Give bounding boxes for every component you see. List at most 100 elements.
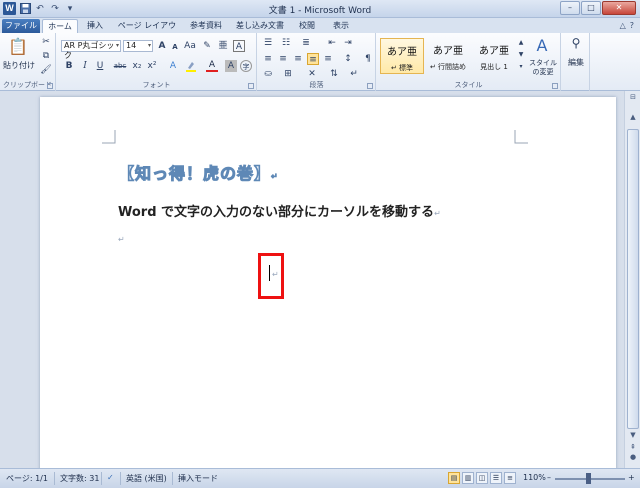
clear-format-icon[interactable]: ✎ [201,40,213,52]
sort-icon[interactable]: ⇅ [328,68,340,80]
shading-icon[interactable]: ⛀ [262,68,274,80]
language-indicator[interactable]: 英語 (米国) [126,473,167,484]
change-styles-icon[interactable]: A [533,37,551,55]
font-color-button[interactable]: A [206,60,218,72]
zoom-level[interactable]: 110% [523,473,546,482]
tab-review[interactable]: 校閲 [292,19,322,33]
tab-mailings[interactable]: 差し込み文書 [232,19,288,33]
borders-icon[interactable]: ⊞ [282,68,294,80]
minimize-ribbon-icon[interactable]: △ [620,21,626,30]
increase-indent-icon[interactable]: ⇥ [342,37,354,49]
cut-icon[interactable]: ✂ [40,36,52,48]
empty-paragraph-mark[interactable]: ↵ [118,235,125,244]
tab-file[interactable]: ファイル [2,19,40,33]
group-styles: あア亜 ↵ 標準 あア亜 ↵ 行間詰め あア亜 見出し 1 ▲ ▼ ▾ A スタ… [377,33,561,91]
maximize-button[interactable]: □ [581,1,601,15]
underline-button[interactable]: U [94,60,106,72]
asian-layout-icon[interactable]: ✕ [306,68,318,80]
zoom-in-button[interactable]: + [628,473,635,482]
scroll-down-icon[interactable]: ▼ [627,431,639,439]
style-normal[interactable]: あア亜 ↵ 標準 [380,38,424,74]
vertical-scrollbar[interactable]: ⊟ ▲ ▼ ⇞ ● [624,91,640,468]
highlight-box [258,253,284,299]
highlight-icon[interactable] [185,60,197,72]
clipboard-launcher-icon[interactable] [47,83,53,89]
paragraph-mark: ↵ [434,209,441,218]
outline-icon[interactable]: ☰ [490,472,502,484]
web-layout-icon[interactable]: ◫ [476,472,488,484]
paragraph-launcher-icon[interactable] [367,83,373,89]
grow-font-button[interactable]: A [156,40,168,52]
zoom-out-button[interactable]: – [547,473,551,482]
ruler-toggle-icon[interactable]: ⊟ [627,93,639,101]
scroll-thumb[interactable] [627,129,639,429]
help-icon[interactable]: ? [630,21,634,30]
find-binoculars-icon[interactable]: ⚲ [569,37,583,51]
show-marks-icon[interactable]: ↵ [348,68,360,80]
phonetic-guide-icon[interactable]: 亜 [217,40,229,52]
editing-button[interactable]: 編集 [564,57,588,68]
shrink-font-button[interactable]: A [169,41,181,53]
zoom-slider-thumb[interactable] [586,473,591,484]
distributed-icon[interactable]: ≡ [322,53,334,65]
minimize-button[interactable]: – [560,1,580,15]
tab-page-layout[interactable]: ページ レイアウト [114,19,180,43]
tab-insert[interactable]: 挿入 [80,19,110,33]
insert-mode-indicator[interactable]: 挿入モード [178,473,218,484]
multilevel-list-icon[interactable]: ≣ [300,37,312,49]
styles-scroll-down-icon[interactable]: ▼ [517,49,525,61]
font-name-combo[interactable]: AR P丸ゴシック ▾ [61,40,121,60]
numbering-icon[interactable]: ☷ [280,37,292,49]
prev-page-icon[interactable]: ⇞ [627,443,639,451]
char-border-icon[interactable]: A [233,40,245,52]
paste-icon[interactable]: 📋 [8,37,28,57]
italic-button[interactable]: I [79,60,91,72]
tab-home[interactable]: ホーム [42,19,78,33]
enclose-char-icon[interactable]: 字 [240,60,252,72]
justify-icon[interactable]: ≡ [307,53,319,65]
bullets-icon[interactable]: ☰ [262,37,274,49]
format-painter-icon[interactable]: 🖌 [40,64,52,76]
pilcrow-icon[interactable]: ¶ [362,53,374,65]
text-cursor [269,265,270,281]
paragraph-mark: ↵ [271,172,279,182]
change-case-button[interactable]: Aa [184,40,196,52]
draft-icon[interactable]: ≡ [504,472,516,484]
strikethrough-button[interactable]: abc [112,60,128,72]
styles-launcher-icon[interactable] [552,83,558,89]
subscript-button[interactable]: x₂ [131,60,143,72]
paste-button[interactable]: 貼り付け [2,60,36,71]
align-center-icon[interactable]: ≡ [277,53,289,65]
full-screen-reading-icon[interactable]: ▥ [462,472,474,484]
cursor-paragraph-mark[interactable]: ↵ [272,270,279,279]
tab-view[interactable]: 表示 [326,19,356,33]
align-left-icon[interactable]: ≡ [262,53,274,65]
copy-icon[interactable]: ⧉ [40,50,52,62]
print-layout-icon[interactable]: ▤ [448,472,460,484]
styles-scroll-up-icon[interactable]: ▲ [517,37,525,49]
text-effects-icon[interactable]: A [167,60,179,72]
font-launcher-icon[interactable] [248,83,254,89]
browse-object-icon[interactable]: ● [627,453,639,461]
document-heading[interactable]: 【知っ得！虎の巻】↵ [117,160,279,184]
change-styles-button[interactable]: スタイルの変更 [527,59,559,77]
scroll-up-icon[interactable]: ▲ [627,113,639,121]
font-size-combo[interactable]: 14 ▾ [123,40,153,52]
document-page[interactable]: 【知っ得！虎の巻】↵ Word で文字の入力のない部分にカーソルを移動する↵ ↵… [40,97,616,468]
bold-button[interactable]: B [63,60,75,72]
crop-mark-top-right [514,130,528,144]
close-button[interactable]: ✕ [602,1,636,15]
superscript-button[interactable]: x² [146,60,158,72]
styles-more-icon[interactable]: ▾ [517,61,525,73]
style-no-spacing[interactable]: あア亜 ↵ 行間詰め [426,38,470,74]
tab-references[interactable]: 参考資料 [184,19,228,33]
document-subheading[interactable]: Word で文字の入力のない部分にカーソルを移動する↵ [118,201,441,220]
proofing-icon[interactable]: ✓ [107,473,114,482]
page-indicator[interactable]: ページ: 1/1 [6,473,48,484]
line-spacing-icon[interactable]: ↕ [342,53,354,65]
word-count[interactable]: 文字数: 31 [60,473,99,484]
decrease-indent-icon[interactable]: ⇤ [326,37,338,49]
align-right-icon[interactable]: ≡ [292,53,304,65]
style-heading-1[interactable]: あア亜 見出し 1 [472,38,516,74]
char-shading-button[interactable]: A [225,60,237,72]
